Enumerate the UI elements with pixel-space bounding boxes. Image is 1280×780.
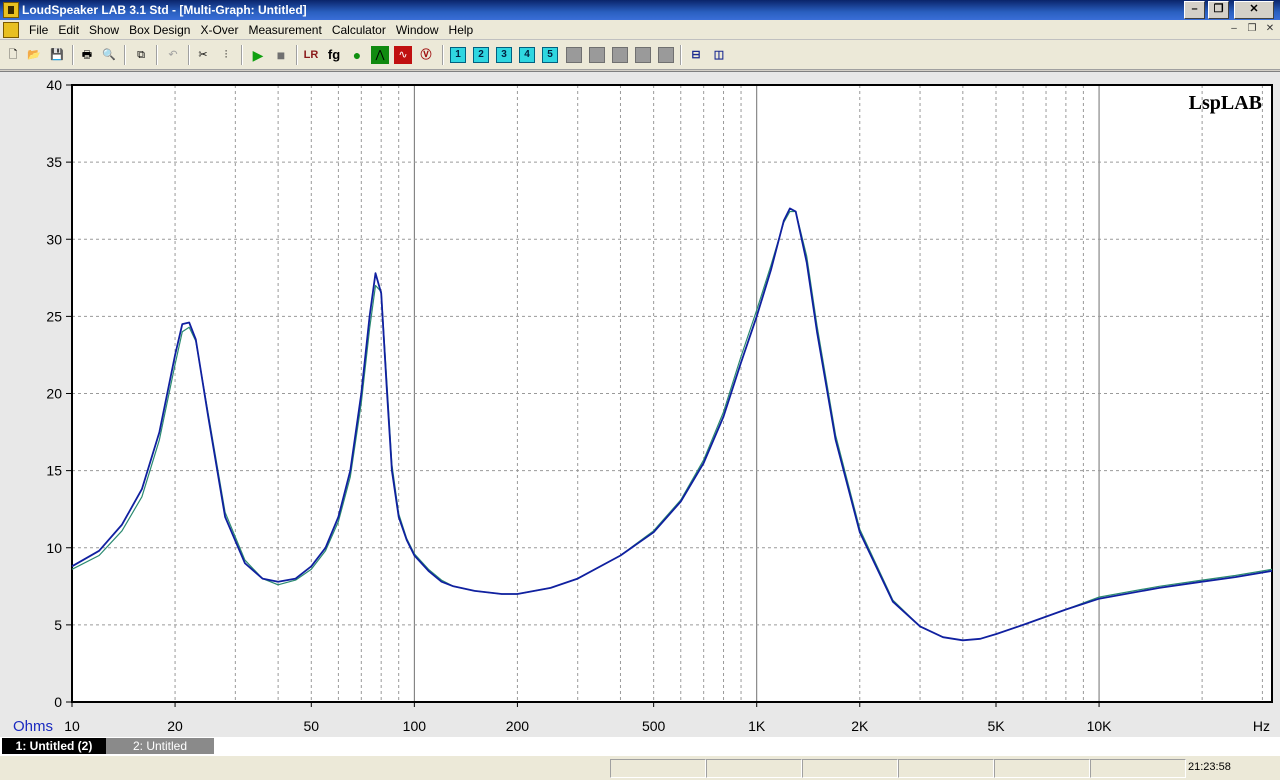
y-tick-label: 5 <box>54 617 62 633</box>
copy-icon[interactable]: ⧉ <box>132 46 150 64</box>
x-tick-label: 50 <box>304 718 320 734</box>
new-icon[interactable]: 🗋 <box>4 46 22 64</box>
menu-bar: File Edit Show Box Design X-Over Measure… <box>0 20 1280 40</box>
green-circle-icon[interactable]: ● <box>348 46 366 64</box>
print-preview-icon[interactable]: 🔍 <box>100 46 118 64</box>
menu-box-design[interactable]: Box Design <box>124 20 195 40</box>
fg-icon[interactable]: fg <box>325 46 343 64</box>
v-icon[interactable]: Ⓥ <box>417 46 435 64</box>
menu-x-over[interactable]: X-Over <box>195 20 243 40</box>
save-icon[interactable]: 💾 <box>48 46 66 64</box>
status-bar: 21:23:58 <box>0 755 1280 780</box>
document-icon[interactable] <box>3 22 19 38</box>
menu-show[interactable]: Show <box>84 20 124 40</box>
split-horizontal-icon[interactable]: ⊟ <box>687 46 705 64</box>
minimize-button[interactable]: – <box>1184 1 1205 19</box>
tab-untitled-2[interactable]: 1: Untitled (2) <box>2 738 106 754</box>
status-panel-6 <box>1090 759 1186 778</box>
x-tick-label: 200 <box>506 718 530 734</box>
y-tick-label: 35 <box>46 154 62 170</box>
y-tick-label: 0 <box>54 694 62 710</box>
graph-4-button[interactable]: 4 <box>519 47 535 63</box>
x-tick-label: 500 <box>642 718 666 734</box>
graph-5-button[interactable]: 5 <box>542 47 558 63</box>
red-wave-icon[interactable]: ∿ <box>394 46 412 64</box>
status-panel-1 <box>610 759 706 778</box>
menu-help[interactable]: Help <box>444 20 479 40</box>
menu-measurement[interactable]: Measurement <box>243 20 326 40</box>
sliders-icon[interactable]: ⫶ <box>217 46 235 64</box>
split-vertical-icon[interactable]: ◫ <box>710 46 728 64</box>
title-bar: LoudSpeaker LAB 3.1 Std - [Multi-Graph: … <box>0 0 1280 20</box>
x-axis-label: Hz <box>1253 718 1270 734</box>
play-icon[interactable]: ▶ <box>249 46 267 64</box>
status-panel-2 <box>706 759 802 778</box>
open-icon[interactable]: 📂 <box>25 46 43 64</box>
menu-calculator[interactable]: Calculator <box>327 20 391 40</box>
lr-icon[interactable]: LR <box>302 46 320 64</box>
toolbar: 🗋 📂 💾 🖶 🔍 ⧉ ↶ ✂ ⫶ ▶ ■ LR fg ● ⋀ ∿ Ⓥ 1 2 … <box>0 40 1280 70</box>
graph-3-button[interactable]: 3 <box>496 47 512 63</box>
menu-edit[interactable]: Edit <box>53 20 84 40</box>
status-panel-5 <box>994 759 1090 778</box>
graph-area: 0 5 10 15 20 25 30 35 40 10 20 50 100 200 500 1K 2K 5K 10K… <box>0 71 1280 737</box>
graph-9-button[interactable] <box>635 47 651 63</box>
mdi-restore-button[interactable]: ❐ <box>1244 22 1260 36</box>
mdi-close-button[interactable]: ✕ <box>1262 22 1278 36</box>
stop-icon[interactable]: ■ <box>272 46 290 64</box>
graph-2-button[interactable]: 2 <box>473 47 489 63</box>
print-icon[interactable]: 🖶 <box>78 46 96 64</box>
tab-untitled[interactable]: 2: Untitled <box>106 738 214 754</box>
x-tick-label: 10 <box>64 718 80 734</box>
status-panel-3 <box>802 759 898 778</box>
window-title: LoudSpeaker LAB 3.1 Std - [Multi-Graph: … <box>22 3 307 17</box>
graph-tabs: 1: Untitled (2) 2: Untitled <box>0 737 1280 755</box>
x-tick-label: 2K <box>851 718 869 734</box>
app-icon[interactable] <box>3 2 19 18</box>
x-tick-label: 5K <box>987 718 1005 734</box>
graph-7-button[interactable] <box>589 47 605 63</box>
menu-file[interactable]: File <box>24 20 53 40</box>
status-panel-4 <box>898 759 994 778</box>
x-tick-label: 20 <box>167 718 183 734</box>
y-tick-label: 30 <box>46 231 62 247</box>
y-tick-label: 10 <box>46 540 62 556</box>
peak-icon[interactable]: ⋀ <box>371 46 389 64</box>
y-tick-label: 40 <box>46 77 62 93</box>
graph-6-button[interactable] <box>566 47 582 63</box>
graph-8-button[interactable] <box>612 47 628 63</box>
tools-icon[interactable]: ✂ <box>194 46 212 64</box>
close-button[interactable]: ✕ <box>1234 1 1274 19</box>
graph-10-button[interactable] <box>658 47 674 63</box>
y-axis-label: Ohms <box>13 718 53 735</box>
menu-window[interactable]: Window <box>391 20 444 40</box>
mdi-minimize-button[interactable]: – <box>1226 22 1242 36</box>
y-tick-label: 20 <box>46 386 62 402</box>
x-tick-label: 1K <box>748 718 766 734</box>
graph-1-button[interactable]: 1 <box>450 47 466 63</box>
maximize-button[interactable]: ❐ <box>1208 1 1229 19</box>
x-tick-label: 100 <box>403 718 427 734</box>
lsplab-watermark: LspLAB <box>1189 92 1262 114</box>
undo-icon[interactable]: ↶ <box>164 46 182 64</box>
x-tick-label: 10K <box>1087 718 1113 734</box>
y-tick-label: 25 <box>46 308 62 324</box>
status-time: 21:23:58 <box>1188 761 1231 773</box>
impedance-chart[interactable]: 0 5 10 15 20 25 30 35 40 10 20 50 100 200 500 1K 2K 5K 10K… <box>0 72 1280 738</box>
y-tick-label: 15 <box>46 463 62 479</box>
